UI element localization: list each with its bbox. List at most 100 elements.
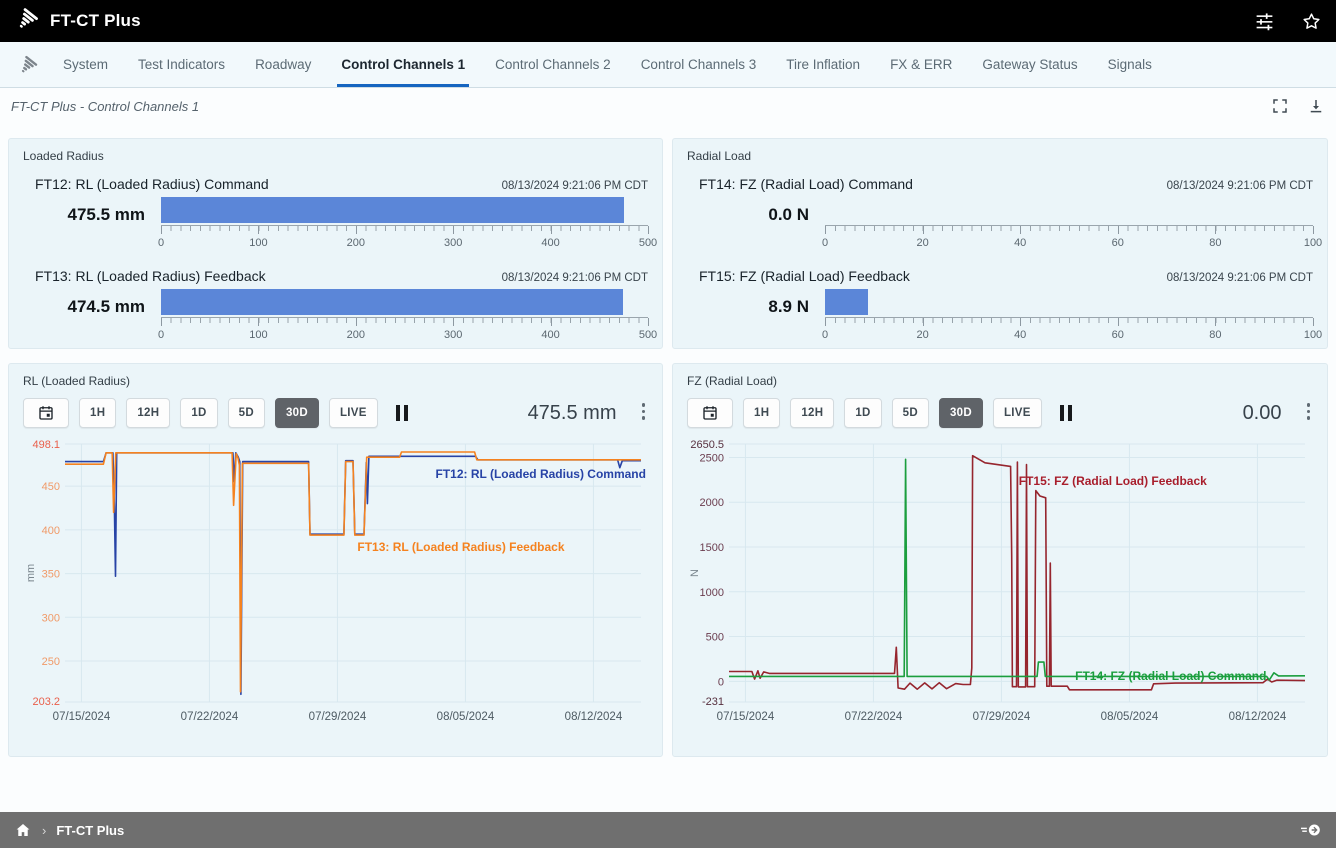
range-button-live[interactable]: LIVE (329, 398, 378, 428)
download-icon[interactable] (1307, 97, 1325, 115)
fz-chart: 050010001500200025002650.5-23107/15/2024… (687, 434, 1313, 732)
fz-chart-plot[interactable]: 050010001500200025002650.5-23107/15/2024… (687, 434, 1312, 732)
dashboard: Loaded Radius FT12: RL (Loaded Radius) C… (0, 124, 1336, 757)
tab-tire-inflation[interactable]: Tire Inflation (771, 42, 875, 87)
tab-control-channels-2[interactable]: Control Channels 2 (480, 42, 626, 87)
breadcrumb-row: FT-CT Plus - Control Channels 1 (0, 88, 1336, 124)
gauge-timestamp: 08/13/2024 9:21:06 PM CDT (502, 180, 648, 192)
range-button-12h[interactable]: 12H (126, 398, 170, 428)
gauge-tick-label: 40 (1014, 237, 1026, 249)
tab-bar-items: SystemTest IndicatorsRoadwayControl Chan… (48, 42, 1167, 87)
gauge-tick-label: 0 (822, 329, 828, 341)
svg-text:07/15/2024: 07/15/2024 (717, 711, 775, 723)
svg-text:0: 0 (718, 676, 724, 688)
gauge-value: 474.5 mm (23, 297, 151, 339)
panel-title: FZ (Radial Load) (687, 374, 1313, 388)
svg-text:07/15/2024: 07/15/2024 (53, 711, 111, 723)
gauge-tick-label: 20 (916, 329, 928, 341)
range-button-1h[interactable]: 1H (79, 398, 116, 428)
gauge-tick-label: 500 (639, 237, 657, 249)
gauge-tick-label: 0 (158, 237, 164, 249)
range-button-12h[interactable]: 12H (790, 398, 834, 428)
gauge-tick-label: 100 (1304, 237, 1322, 249)
gauge-value: 475.5 mm (23, 205, 151, 247)
gauge-axis: 020406080100 (825, 225, 1313, 255)
svg-text:08/12/2024: 08/12/2024 (1229, 711, 1287, 723)
kebab-menu-icon[interactable] (639, 400, 649, 423)
panel-loaded-radius: Loaded Radius FT12: RL (Loaded Radius) C… (8, 138, 663, 349)
gauge-label: FT15: FZ (Radial Load) Feedback (699, 268, 910, 284)
svg-text:07/29/2024: 07/29/2024 (973, 711, 1031, 723)
chevron-right-icon: › (42, 823, 46, 838)
gauge-tick-label: 80 (1209, 237, 1221, 249)
rl-chart: 250300350400450498.1203.207/15/202407/22… (23, 434, 648, 732)
svg-text:500: 500 (706, 632, 724, 644)
range-button-30d[interactable]: 30D (939, 398, 983, 428)
tab-control-channels-3[interactable]: Control Channels 3 (626, 42, 772, 87)
gauge-bar-fill (825, 289, 868, 315)
panel-fz-chart: FZ (Radial Load) 1H12H1D5D30DLIVE 0.00 0… (672, 363, 1328, 757)
quick-send-icon[interactable] (1300, 820, 1322, 840)
pause-icon[interactable] (392, 401, 412, 425)
range-button-live[interactable]: LIVE (993, 398, 1042, 428)
tab-signals[interactable]: Signals (1093, 42, 1167, 87)
calendar-icon[interactable] (687, 398, 733, 428)
pause-icon[interactable] (1056, 401, 1076, 425)
series-annotation: FT12: RL (Loaded Radius) Command (436, 467, 646, 481)
fullscreen-icon[interactable] (1271, 97, 1289, 115)
tab-fx-err[interactable]: FX & ERR (875, 42, 967, 87)
gauge-ft12: FT12: RL (Loaded Radius) Command 08/13/2… (23, 176, 648, 255)
range-button-5d[interactable]: 5D (892, 398, 929, 428)
app-logo-icon (14, 6, 40, 37)
settings-tune-icon[interactable] (1254, 11, 1275, 32)
calendar-icon[interactable] (23, 398, 69, 428)
range-button-30d[interactable]: 30D (275, 398, 319, 428)
gauge-axis: 0100200300400500 (161, 225, 648, 255)
star-favorite-icon[interactable] (1301, 11, 1322, 32)
kebab-menu-icon[interactable] (1304, 400, 1314, 423)
svg-text:08/12/2024: 08/12/2024 (565, 711, 623, 723)
series-annotation: FT13: RL (Loaded Radius) Feedback (357, 540, 564, 554)
range-button-1d[interactable]: 1D (844, 398, 881, 428)
gauge-timestamp: 08/13/2024 9:21:06 PM CDT (1167, 180, 1313, 192)
footer-home-link[interactable]: FT-CT Plus (56, 823, 124, 838)
tab-gateway-status[interactable]: Gateway Status (967, 42, 1092, 87)
gauge-label: FT12: RL (Loaded Radius) Command (35, 176, 269, 192)
breadcrumb: FT-CT Plus - Control Channels 1 (11, 99, 199, 114)
gauge-label: FT13: RL (Loaded Radius) Feedback (35, 268, 266, 284)
series-annotation: FT14: FZ (Radial Load) Command (1075, 669, 1266, 683)
gauge-tick-label: 200 (347, 237, 365, 249)
svg-text:1500: 1500 (700, 542, 724, 554)
gauge-tick-label: 200 (347, 329, 365, 341)
home-icon[interactable] (14, 821, 32, 839)
tab-roadway[interactable]: Roadway (240, 42, 326, 87)
tab-system[interactable]: System (48, 42, 123, 87)
gauge-tick-label: 20 (916, 237, 928, 249)
gauge-timestamp: 08/13/2024 9:21:06 PM CDT (502, 272, 648, 284)
gauge-timestamp: 08/13/2024 9:21:06 PM CDT (1167, 272, 1313, 284)
svg-text:250: 250 (42, 656, 60, 668)
panel-title: RL (Loaded Radius) (23, 374, 648, 388)
tab-control-channels-1[interactable]: Control Channels 1 (326, 42, 480, 87)
range-button-1d[interactable]: 1D (180, 398, 217, 428)
range-button-1h[interactable]: 1H (743, 398, 780, 428)
app-title: FT-CT Plus (50, 11, 141, 31)
gauge-tick-label: 0 (158, 329, 164, 341)
panel-title: Loaded Radius (23, 149, 648, 163)
fz-chart-toolbar: 1H12H1D5D30DLIVE 0.00 (687, 398, 1313, 428)
gauge-tick-label: 80 (1209, 329, 1221, 341)
gauge-tick-label: 300 (444, 237, 462, 249)
tab-bar: SystemTest IndicatorsRoadwayControl Chan… (0, 42, 1336, 88)
svg-text:450: 450 (42, 481, 60, 493)
gauge-track: 0100200300400500 (161, 197, 648, 255)
gauge-tick-label: 100 (249, 237, 267, 249)
gauge-ft14: FT14: FZ (Radial Load) Command 08/13/202… (687, 176, 1313, 255)
gauge-bar-fill (161, 197, 624, 223)
gauge-tick-label: 100 (1304, 329, 1322, 341)
gauge-ft13: FT13: RL (Loaded Radius) Feedback 08/13/… (23, 268, 648, 347)
tab-test-indicators[interactable]: Test Indicators (123, 42, 240, 87)
range-button-5d[interactable]: 5D (228, 398, 265, 428)
svg-text:400: 400 (42, 525, 60, 537)
gauge-tick-label: 500 (639, 329, 657, 341)
gauge-tick-label: 0 (822, 237, 828, 249)
